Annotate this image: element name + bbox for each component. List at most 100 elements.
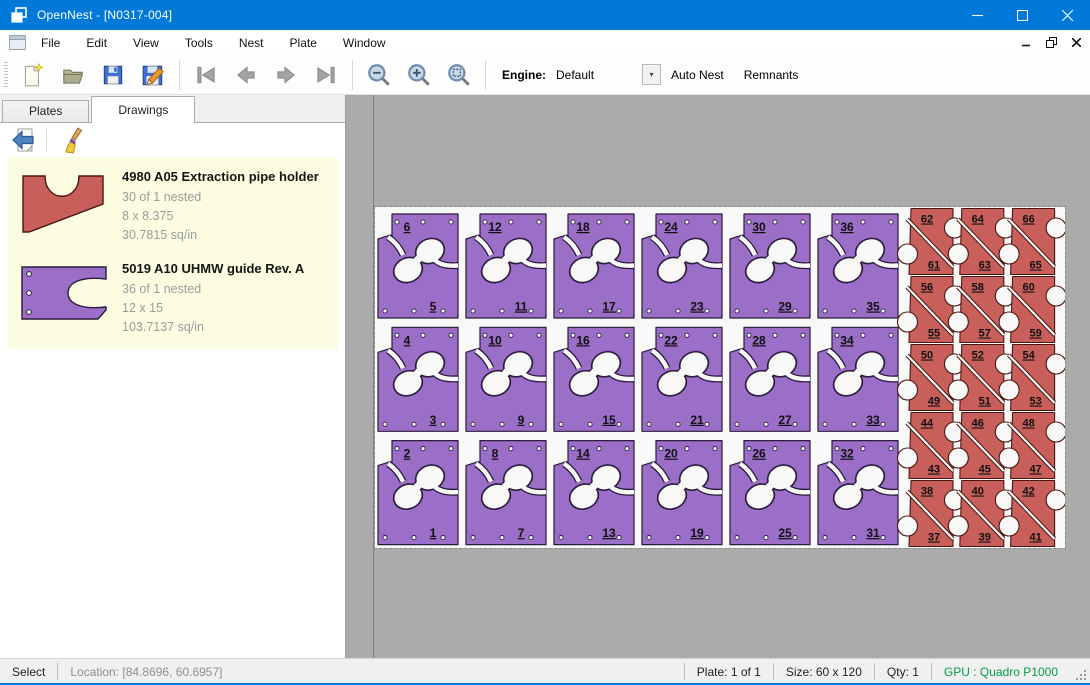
save-as-button[interactable]: [138, 60, 168, 90]
nav-last-button[interactable]: [311, 60, 341, 90]
svg-text:63: 63: [979, 260, 991, 272]
nav-next-button[interactable]: [271, 60, 301, 90]
close-button[interactable]: [1045, 0, 1090, 30]
nest-pair-purple[interactable]: 3433: [818, 327, 898, 431]
nest-pair-purple[interactable]: 1413: [554, 441, 634, 545]
nest-pair-purple[interactable]: 1615: [554, 327, 634, 431]
remnants-button[interactable]: Remnants: [734, 63, 809, 87]
nest-pair-purple[interactable]: 1817: [554, 214, 634, 318]
nest-pair-red[interactable]: 3837: [898, 481, 965, 547]
save-as-icon: [140, 62, 166, 88]
nest-pair-red[interactable]: 6261: [898, 209, 965, 275]
nest-pair-purple[interactable]: 43: [378, 327, 458, 431]
drawing-thumbnail-red: [18, 167, 118, 245]
svg-text:48: 48: [1022, 418, 1034, 430]
left-panel: Plates Drawings: [0, 95, 346, 658]
nest-pair-purple[interactable]: 3635: [818, 214, 898, 318]
main-toolbar: Engine: Default ▾ Auto Nest Remnants: [0, 55, 1090, 95]
drawing-nested: 36 of 1 nested: [122, 280, 332, 299]
nest-pair-purple[interactable]: 2625: [730, 441, 810, 545]
nest-pair-purple[interactable]: 1211: [466, 214, 546, 318]
status-qty: Qty: 1: [875, 665, 931, 679]
svg-text:64: 64: [972, 214, 985, 226]
svg-text:50: 50: [921, 350, 933, 362]
mdi-minimize-button[interactable]: [1015, 34, 1037, 52]
svg-text:33: 33: [866, 413, 880, 427]
nest-pair-purple[interactable]: 21: [378, 441, 458, 545]
mdi-restore-icon: [1046, 37, 1057, 48]
drawing-item-extraction-pipe-holder[interactable]: 4980 A05 Extraction pipe holder 30 of 1 …: [8, 161, 338, 253]
svg-text:59: 59: [1029, 328, 1041, 340]
drawing-title: 5019 A10 UHMW guide Rev. A: [122, 261, 332, 276]
drawing-area: 103.7137 sq/in: [122, 318, 332, 337]
nest-pair-red[interactable]: 4443: [898, 413, 965, 479]
svg-text:15: 15: [602, 413, 616, 427]
nest-pair-purple[interactable]: 2827: [730, 327, 810, 431]
menu-plate[interactable]: Plate: [279, 32, 328, 54]
svg-text:66: 66: [1022, 214, 1034, 226]
svg-text:41: 41: [1029, 532, 1041, 544]
engine-value: Default: [552, 68, 642, 82]
svg-text:54: 54: [1022, 350, 1035, 362]
nest-pair-red[interactable]: 5049: [898, 345, 965, 411]
nav-first-button[interactable]: [191, 60, 221, 90]
svg-text:20: 20: [664, 447, 678, 461]
open-folder-icon: [60, 62, 86, 88]
engine-combobox[interactable]: Default ▾: [552, 64, 661, 86]
menu-view[interactable]: View: [122, 32, 170, 54]
tab-plates[interactable]: Plates: [2, 100, 89, 122]
nest-pair-purple[interactable]: 2423: [642, 214, 722, 318]
nest-pair-purple[interactable]: 109: [466, 327, 546, 431]
plate[interactable]: 6512111817242330293635431091615222128273…: [375, 207, 1065, 548]
nest-pair-purple[interactable]: 65: [378, 214, 458, 318]
svg-text:26: 26: [752, 447, 766, 461]
zoom-out-button[interactable]: [364, 60, 394, 90]
menu-file[interactable]: File: [30, 32, 71, 54]
mdi-close-button[interactable]: [1065, 34, 1087, 52]
save-button[interactable]: [98, 60, 128, 90]
menu-edit[interactable]: Edit: [75, 32, 118, 54]
nav-prev-button[interactable]: [231, 60, 261, 90]
nest-pair-purple[interactable]: 2221: [642, 327, 722, 431]
svg-text:17: 17: [602, 300, 616, 314]
status-bar: Select Location: [84.8696, 60.6957] Plat…: [0, 658, 1090, 684]
svg-text:35: 35: [866, 300, 880, 314]
minimize-button[interactable]: [955, 0, 1000, 30]
maximize-icon: [1017, 10, 1028, 21]
svg-text:40: 40: [972, 486, 984, 498]
return-drawing-button[interactable]: [8, 125, 38, 155]
drawing-nested: 30 of 1 nested: [122, 188, 332, 207]
status-mode: Select: [0, 665, 57, 679]
zoom-extents-button[interactable]: [444, 60, 474, 90]
nest-canvas[interactable]: 6512111817242330293635431091615222128273…: [346, 95, 1090, 658]
nest-layout: 6512111817242330293635431091615222128273…: [375, 207, 1065, 548]
maximize-button[interactable]: [1000, 0, 1045, 30]
nest-pair-purple[interactable]: 3029: [730, 214, 810, 318]
zoom-in-button[interactable]: [404, 60, 434, 90]
nest-pair-purple[interactable]: 3231: [818, 441, 898, 545]
nest-pair-purple[interactable]: 2019: [642, 441, 722, 545]
menu-bar: File Edit View Tools Nest Plate Window: [0, 30, 1090, 55]
open-button[interactable]: [58, 60, 88, 90]
status-location: Location: [84.8696, 60.6957]: [58, 665, 234, 679]
svg-text:58: 58: [972, 282, 984, 294]
tab-drawings[interactable]: Drawings: [91, 96, 195, 123]
drawing-item-uhmw-guide[interactable]: 5019 A10 UHMW guide Rev. A 36 of 1 neste…: [8, 253, 338, 345]
menu-window[interactable]: Window: [332, 32, 397, 54]
canvas-guide-line: [373, 95, 374, 658]
svg-text:3: 3: [430, 413, 437, 427]
new-button[interactable]: [18, 60, 48, 90]
mdi-child-icon[interactable]: [9, 35, 26, 50]
toolbar-grip[interactable]: [4, 62, 8, 88]
menu-nest[interactable]: Nest: [228, 32, 275, 54]
save-icon: [100, 62, 126, 88]
mdi-restore-button[interactable]: [1040, 34, 1062, 52]
nest-pair-red[interactable]: 5655: [898, 277, 965, 343]
menu-tools[interactable]: Tools: [174, 32, 224, 54]
chevron-down-icon[interactable]: ▾: [642, 64, 661, 85]
clear-button[interactable]: [59, 125, 89, 155]
auto-nest-button[interactable]: Auto Nest: [661, 63, 734, 87]
zoom-out-icon: [366, 62, 392, 88]
nest-pair-purple[interactable]: 87: [466, 441, 546, 545]
resize-grip[interactable]: [1074, 668, 1088, 682]
